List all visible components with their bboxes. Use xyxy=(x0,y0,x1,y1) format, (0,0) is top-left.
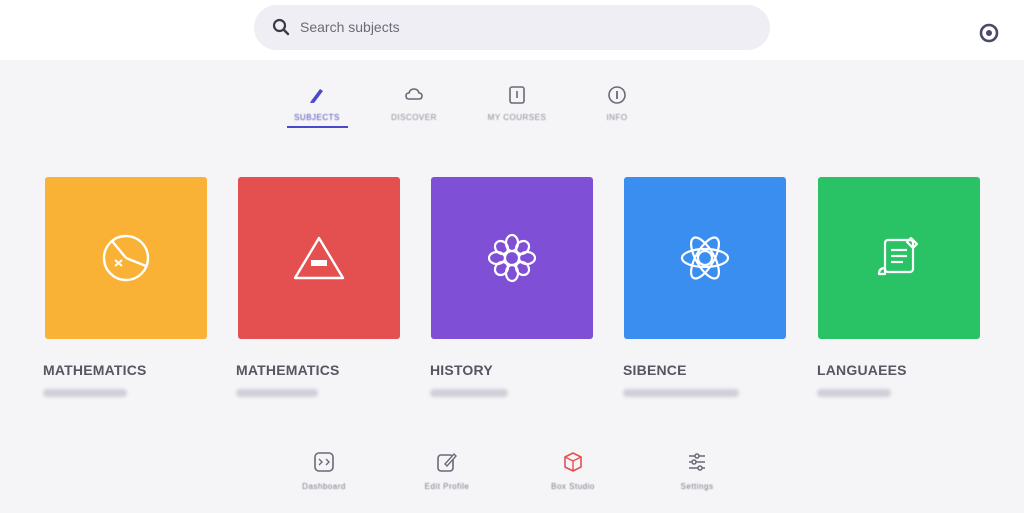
card-title: HISTORY xyxy=(430,362,493,378)
category-tabs: Subjects Discover My Courses Info xyxy=(0,62,1024,142)
card-title: LANGUAEES xyxy=(817,362,907,378)
cloud-icon xyxy=(405,88,423,100)
card-subtitle-blur xyxy=(43,389,127,397)
info-icon xyxy=(608,86,626,104)
pen-icon xyxy=(310,89,323,103)
search-input[interactable] xyxy=(300,13,700,41)
bottom-nav-dashboard[interactable]: Dashboard xyxy=(279,450,369,495)
search-bar[interactable] xyxy=(254,5,999,50)
search-icon[interactable] xyxy=(271,17,291,37)
bottom-nav-settings[interactable]: Settings xyxy=(652,450,742,495)
settings-icon xyxy=(689,453,705,471)
bottom-nav-label: Box Studio xyxy=(551,482,595,491)
triangle-icon xyxy=(293,236,345,280)
tab-label: Discover xyxy=(391,113,437,122)
book-icon xyxy=(509,86,525,104)
tab-label: My Courses xyxy=(487,113,547,122)
card-title: MATHEMATICS xyxy=(236,362,340,378)
subject-card-science[interactable] xyxy=(624,177,786,339)
pie-chart-icon xyxy=(102,234,150,282)
tab-label: Info xyxy=(606,113,628,122)
edit-icon xyxy=(437,452,457,472)
active-tab-indicator xyxy=(287,126,348,128)
flower-icon xyxy=(487,233,537,283)
subject-card-languages[interactable] xyxy=(818,177,980,339)
tab-my-courses[interactable]: My Courses xyxy=(477,84,557,134)
bottom-nav-edit-profile[interactable]: Edit Profile xyxy=(402,450,492,495)
card-title: SIBENCE xyxy=(623,362,687,378)
card-subtitle-blur xyxy=(430,389,508,397)
bottom-nav-box-studio[interactable]: Box Studio xyxy=(528,450,618,495)
card-subtitle-blur xyxy=(623,389,739,397)
bottom-nav-label: Dashboard xyxy=(302,482,346,491)
tab-info[interactable]: Info xyxy=(577,84,657,134)
grid-icon xyxy=(314,452,334,472)
card-subtitle-blur xyxy=(236,389,318,397)
document-edit-icon xyxy=(877,236,919,276)
card-title: MATHEMATICS xyxy=(43,362,147,378)
box-icon xyxy=(564,452,582,472)
card-subtitle-blur xyxy=(817,389,891,397)
bottom-nav-label: Settings xyxy=(680,482,714,491)
top-bar xyxy=(0,0,1024,60)
subject-card-history[interactable] xyxy=(431,177,593,339)
tab-label: Subjects xyxy=(294,113,340,122)
subject-card-mathematics[interactable] xyxy=(45,177,207,339)
subject-card-mathematics-2[interactable] xyxy=(238,177,400,339)
bottom-nav-label: Edit Profile xyxy=(424,482,470,491)
tab-discover[interactable]: Discover xyxy=(374,84,454,134)
target-icon[interactable] xyxy=(978,22,1000,44)
atom-icon xyxy=(680,236,730,280)
